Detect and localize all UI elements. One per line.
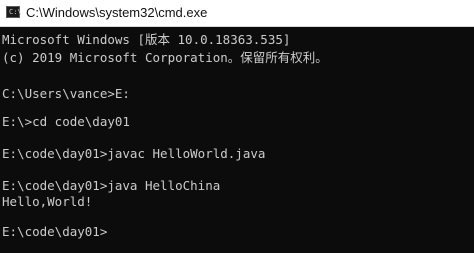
cmd-window: C:\ C:\Windows\system32\cmd.exe Microsof… xyxy=(0,0,474,253)
console-line: E:\code\day01>javac HelloWorld.java xyxy=(2,146,266,161)
title-bar[interactable]: C:\ C:\Windows\system32\cmd.exe xyxy=(0,0,474,27)
console-line: E:\>cd code\day01 xyxy=(2,114,130,129)
console-line: C:\Users\vance>E: xyxy=(2,86,130,101)
console-output[interactable]: Microsoft Windows [版本 10.0.18363.535] (c… xyxy=(0,27,474,253)
command-prompt[interactable]: E:\code\day01> xyxy=(2,223,107,241)
window-title: C:\Windows\system32\cmd.exe xyxy=(26,5,208,20)
cmd-icon: C:\ xyxy=(6,6,22,18)
console-line: (c) 2019 Microsoft Corporation。保留所有权利。 xyxy=(2,50,328,65)
console-line: Microsoft Windows [版本 10.0.18363.535] xyxy=(2,32,291,47)
console-line: Hello,World! xyxy=(2,194,93,209)
